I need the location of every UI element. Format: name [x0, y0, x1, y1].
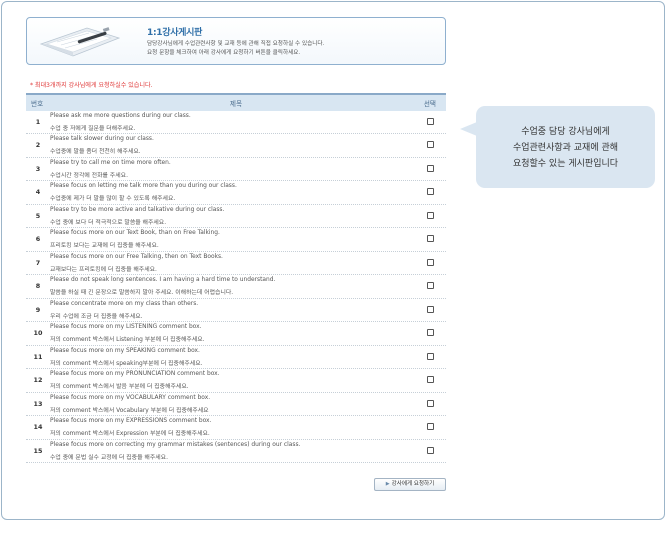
- row-number: 6: [35, 235, 41, 244]
- row-english-text: Please focus more on my LISTENING commen…: [50, 324, 202, 331]
- row-select-checkbox[interactable]: [427, 446, 434, 454]
- row-korean-text: 프리토킹 보다는 교재에 더 집중을 해주세요.: [50, 243, 159, 250]
- table-row: 11 Please focus more on my SPEAKING comme…: [26, 346, 446, 370]
- header-select: 선택: [423, 100, 436, 108]
- row-korean-text: 수업중에 제가 더 말을 많이 할 수 있도록 해주세요.: [50, 196, 176, 203]
- row-select-checkbox[interactable]: [427, 399, 434, 407]
- request-table: 번호 제목 선택 1 Please ask me more questions d…: [26, 93, 446, 464]
- table-row: 1 Please ask me more questions during our…: [26, 111, 446, 135]
- banner-desc-line2: 요청 문항을 체크하여 아래 강사에게 요청하기 버튼을 클릭하세요.: [147, 50, 301, 56]
- table-row: 15 Please focus more on correcting my gra…: [26, 440, 446, 464]
- row-english-text: Please focus more on my SPEAKING comment…: [50, 347, 200, 354]
- row-select-checkbox[interactable]: [427, 118, 434, 125]
- table-row: 12 Please focus more on my PRONUNCIATION …: [26, 369, 446, 393]
- row-number: 15: [33, 446, 43, 455]
- row-number: 2: [35, 141, 41, 150]
- row-select-checkbox[interactable]: [427, 164, 434, 172]
- bubble-text: 수업중 담당 강사님에게 수업관련사항과 교재에 관해 요청할수 있는 게시판입…: [476, 124, 655, 172]
- table-body: 1 Please ask me more questions during our…: [26, 111, 446, 464]
- row-korean-text: 저의 comment 박스에서 Vocabulary 부분에 더 집중해주세요: [50, 407, 209, 414]
- row-select-checkbox[interactable]: [427, 188, 434, 196]
- row-english-text: Please concentrate more on my class than…: [50, 300, 199, 307]
- row-english-text: Please focus more on my EXPRESSIONS comm…: [50, 418, 212, 425]
- board-illustration-icon: [39, 27, 121, 57]
- bubble-line3: 요청할수 있는 게시판입니다: [512, 159, 619, 169]
- row-english-text: Please focus more on our Free Talking, t…: [50, 253, 223, 260]
- row-select-checkbox[interactable]: [427, 423, 434, 431]
- row-korean-text: 저의 comment 박스에서 Listening 부분에 더 집중해주세요.: [50, 337, 205, 344]
- bubble-line1: 수업중 담당 강사님에게: [521, 127, 610, 137]
- table-row: 10 Please focus more on my LISTENING comm…: [26, 322, 446, 346]
- row-select-checkbox[interactable]: [427, 235, 434, 243]
- row-korean-text: 수업중에 말을 좀더 천천히 해주세요.: [50, 149, 141, 156]
- row-english-text: Please try to be more active and talkati…: [50, 206, 225, 213]
- row-english-text: Please focus on letting me talk more tha…: [50, 183, 237, 190]
- row-korean-text: 우리 수업에 조금 더 집중을 해주세요.: [50, 313, 143, 320]
- row-select-checkbox[interactable]: [427, 211, 434, 219]
- row-number: 13: [33, 399, 43, 408]
- table-row: 7 Please focus more on our Free Talking, …: [26, 252, 446, 276]
- table-header: 번호 제목 선택: [26, 93, 446, 111]
- row-korean-text: 수업 중 저에게 질문을 더해주세요.: [50, 126, 136, 132]
- row-select-checkbox[interactable]: [427, 305, 434, 313]
- row-number: 11: [33, 352, 43, 361]
- row-english-text: Please focus more on my VOCABULARY comme…: [50, 394, 211, 401]
- row-number: 1: [35, 118, 41, 126]
- row-english-text: Please try to call me on time more often…: [50, 159, 171, 166]
- row-number: 10: [33, 329, 43, 338]
- row-english-text: Please talk slower during our class.: [50, 136, 154, 143]
- row-english-text: Please focus more on my PRONUNCIATION co…: [50, 371, 220, 378]
- row-number: 5: [35, 211, 41, 220]
- row-korean-text: 저의 comment 박스에서 speaking부분에 더 집중해주세요.: [50, 360, 203, 367]
- request-to-teacher-button[interactable]: ▶ 강사에게 요청하기: [374, 478, 446, 491]
- row-select-checkbox[interactable]: [427, 329, 434, 337]
- table-row: 5 Please try to be more active and talkat…: [26, 205, 446, 229]
- row-number: 3: [35, 164, 41, 173]
- row-select-checkbox[interactable]: [427, 376, 434, 384]
- speech-bubble-tail: [460, 122, 477, 136]
- row-select-checkbox[interactable]: [427, 258, 434, 266]
- row-korean-text: 수업 중에 보다 더 적극적으로 말씀을 해주세요.: [50, 219, 167, 226]
- table-row: 8 Please do not speak long sentences. I a…: [26, 275, 446, 299]
- table-row: 13 Please focus more on my VOCABULARY com…: [26, 393, 446, 417]
- table-row: 4 Please focus on letting me talk more th…: [26, 181, 446, 205]
- bubble-line2: 수업관련사항과 교재에 관해: [512, 143, 619, 153]
- banner-title: 1:1강사게시판: [147, 28, 203, 38]
- row-korean-text: 수업 중에 문법 실수 교정에 더 집중을 해주세요.: [50, 454, 168, 461]
- row-korean-text: 교재보다는 프리토킹에 더 집중을 해주세요.: [50, 266, 157, 273]
- row-english-text: Please focus more on correcting my gramm…: [50, 441, 301, 448]
- row-number: 8: [35, 282, 41, 291]
- row-korean-text: 저의 comment 박스에서 Expression 부분에 더 집중해주세요.: [50, 431, 210, 438]
- info-speech-bubble: 수업중 담당 강사님에게 수업관련사항과 교재에 관해 요청할수 있는 게시판입…: [476, 106, 655, 188]
- row-english-text: Please do not speak long sentences. I am…: [50, 277, 276, 284]
- table-row: 3 Please try to call me on time more ofte…: [26, 158, 446, 182]
- banner-description: 담당강사님에게 수업관련사항 및 교재 등에 관해 직접 요청하실 수 있습니다…: [147, 40, 437, 58]
- row-select-checkbox[interactable]: [427, 282, 434, 290]
- row-number: 9: [35, 305, 41, 314]
- arrow-right-icon: ▶: [385, 481, 390, 487]
- request-button-label: 강사에게 요청하기: [391, 481, 435, 487]
- row-english-text: Please focus more on our Text Book, than…: [50, 230, 220, 237]
- row-select-checkbox[interactable]: [427, 352, 434, 360]
- row-english-text: Please ask me more questions during our …: [50, 113, 191, 119]
- header-title: 제목: [229, 100, 243, 108]
- max-request-notice: * 최대3개까지 강사님에게 요청하실수 있습니다.: [30, 82, 153, 89]
- row-korean-text: 말씀을 하실 때 긴 문장으로 말씀하지 말아 주세요. 이해하는데 어렵습니다…: [50, 290, 234, 297]
- row-number: 7: [35, 258, 41, 267]
- table-row: 6 Please focus more on our Text Book, tha…: [26, 228, 446, 252]
- row-number: 12: [33, 376, 43, 385]
- row-korean-text: 저의 comment 박스에서 발음 부분에 더 집중해주세요.: [50, 384, 189, 391]
- table-row: 9 Please concentrate more on my class tha…: [26, 299, 446, 323]
- row-number: 4: [35, 188, 41, 197]
- row-number: 14: [33, 423, 43, 432]
- table-row: 2 Please talk slower during our class. 수업중…: [26, 134, 446, 158]
- board-banner: 1:1강사게시판 담당강사님에게 수업관련사항 및 교재 등에 관해 직접 요청…: [26, 17, 446, 65]
- row-select-checkbox[interactable]: [427, 141, 434, 149]
- banner-desc-line1: 담당강사님에게 수업관련사항 및 교재 등에 관해 직접 요청하실 수 있습니다…: [147, 41, 325, 47]
- table-row: 14 Please focus more on my EXPRESSIONS co…: [26, 416, 446, 440]
- row-korean-text: 수업시간 정각에 전화를 주세요.: [50, 172, 128, 179]
